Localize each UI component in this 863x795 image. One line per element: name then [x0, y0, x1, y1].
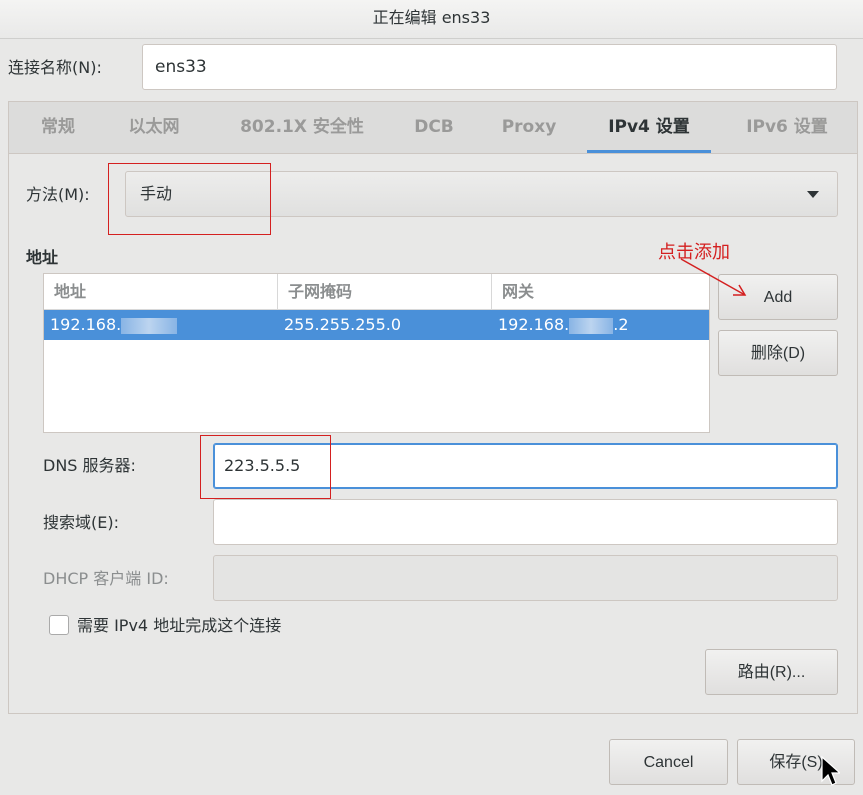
routes-button[interactable]: 路由(R)... — [705, 649, 838, 695]
window-title: 正在编辑 ens33 — [372, 8, 491, 27]
column-header-netmask[interactable]: 子网掩码 — [277, 274, 491, 310]
annotation-highlight-method — [108, 163, 271, 235]
cancel-button[interactable]: Cancel — [609, 739, 728, 785]
search-domains-label: 搜索域(E): — [43, 513, 119, 532]
dns-label: DNS 服务器: — [43, 456, 136, 475]
annotation-arrow-icon — [680, 258, 747, 296]
search-domains-input[interactable] — [213, 499, 838, 545]
tab-bar: 常规 以太网 802.1X 安全性 DCB Proxy IPv4 设置 IPv6… — [9, 102, 857, 154]
dropdown-arrow-icon — [807, 191, 819, 198]
tab-8021x-security[interactable]: 802.1X 安全性 — [217, 102, 387, 153]
addresses-table: 地址 子网掩码 网关 192.168. 255.255.255.0 192.16… — [43, 273, 710, 433]
addresses-section-title: 地址 — [26, 248, 59, 267]
dhcp-client-id-label: DHCP 客户端 ID: — [43, 569, 169, 588]
delete-button[interactable]: 删除(D) — [718, 330, 838, 376]
redacted-blur — [121, 317, 178, 334]
gateway-tail: .2 — [613, 315, 629, 334]
dhcp-client-id-input — [213, 555, 838, 601]
window-titlebar: 正在编辑 ens33 — [0, 0, 863, 39]
connection-name-label: 连接名称(N): — [8, 58, 102, 77]
redacted-blur — [569, 317, 614, 334]
require-ipv4-label[interactable]: 需要 IPv4 地址完成这个连接 — [77, 615, 281, 637]
tab-dcb[interactable]: DCB — [399, 102, 469, 153]
gateway-value: 192.168. — [498, 315, 570, 334]
connection-name-input[interactable]: ens33 — [142, 44, 837, 90]
require-ipv4-checkbox[interactable] — [49, 615, 69, 635]
address-value: 192.168. — [50, 315, 122, 334]
gateway-cell[interactable]: 192.168. .2 — [498, 310, 629, 340]
method-label: 方法(M): — [26, 185, 90, 204]
mouse-cursor-icon — [821, 755, 840, 786]
annotation-highlight-dns — [200, 435, 331, 499]
table-row[interactable]: 192.168. 255.255.255.0 192.168. .2 — [44, 310, 709, 340]
address-cell[interactable]: 192.168. — [50, 310, 178, 340]
tab-general[interactable]: 常规 — [23, 102, 93, 153]
tab-ipv4-settings[interactable]: IPv4 设置 — [587, 102, 711, 153]
tab-ethernet[interactable]: 以太网 — [109, 102, 199, 153]
netmask-cell[interactable]: 255.255.255.0 — [284, 310, 401, 340]
tab-ipv6-settings[interactable]: IPv6 设置 — [725, 102, 849, 153]
tab-proxy[interactable]: Proxy — [487, 102, 571, 153]
column-header-address[interactable]: 地址 — [44, 274, 277, 310]
